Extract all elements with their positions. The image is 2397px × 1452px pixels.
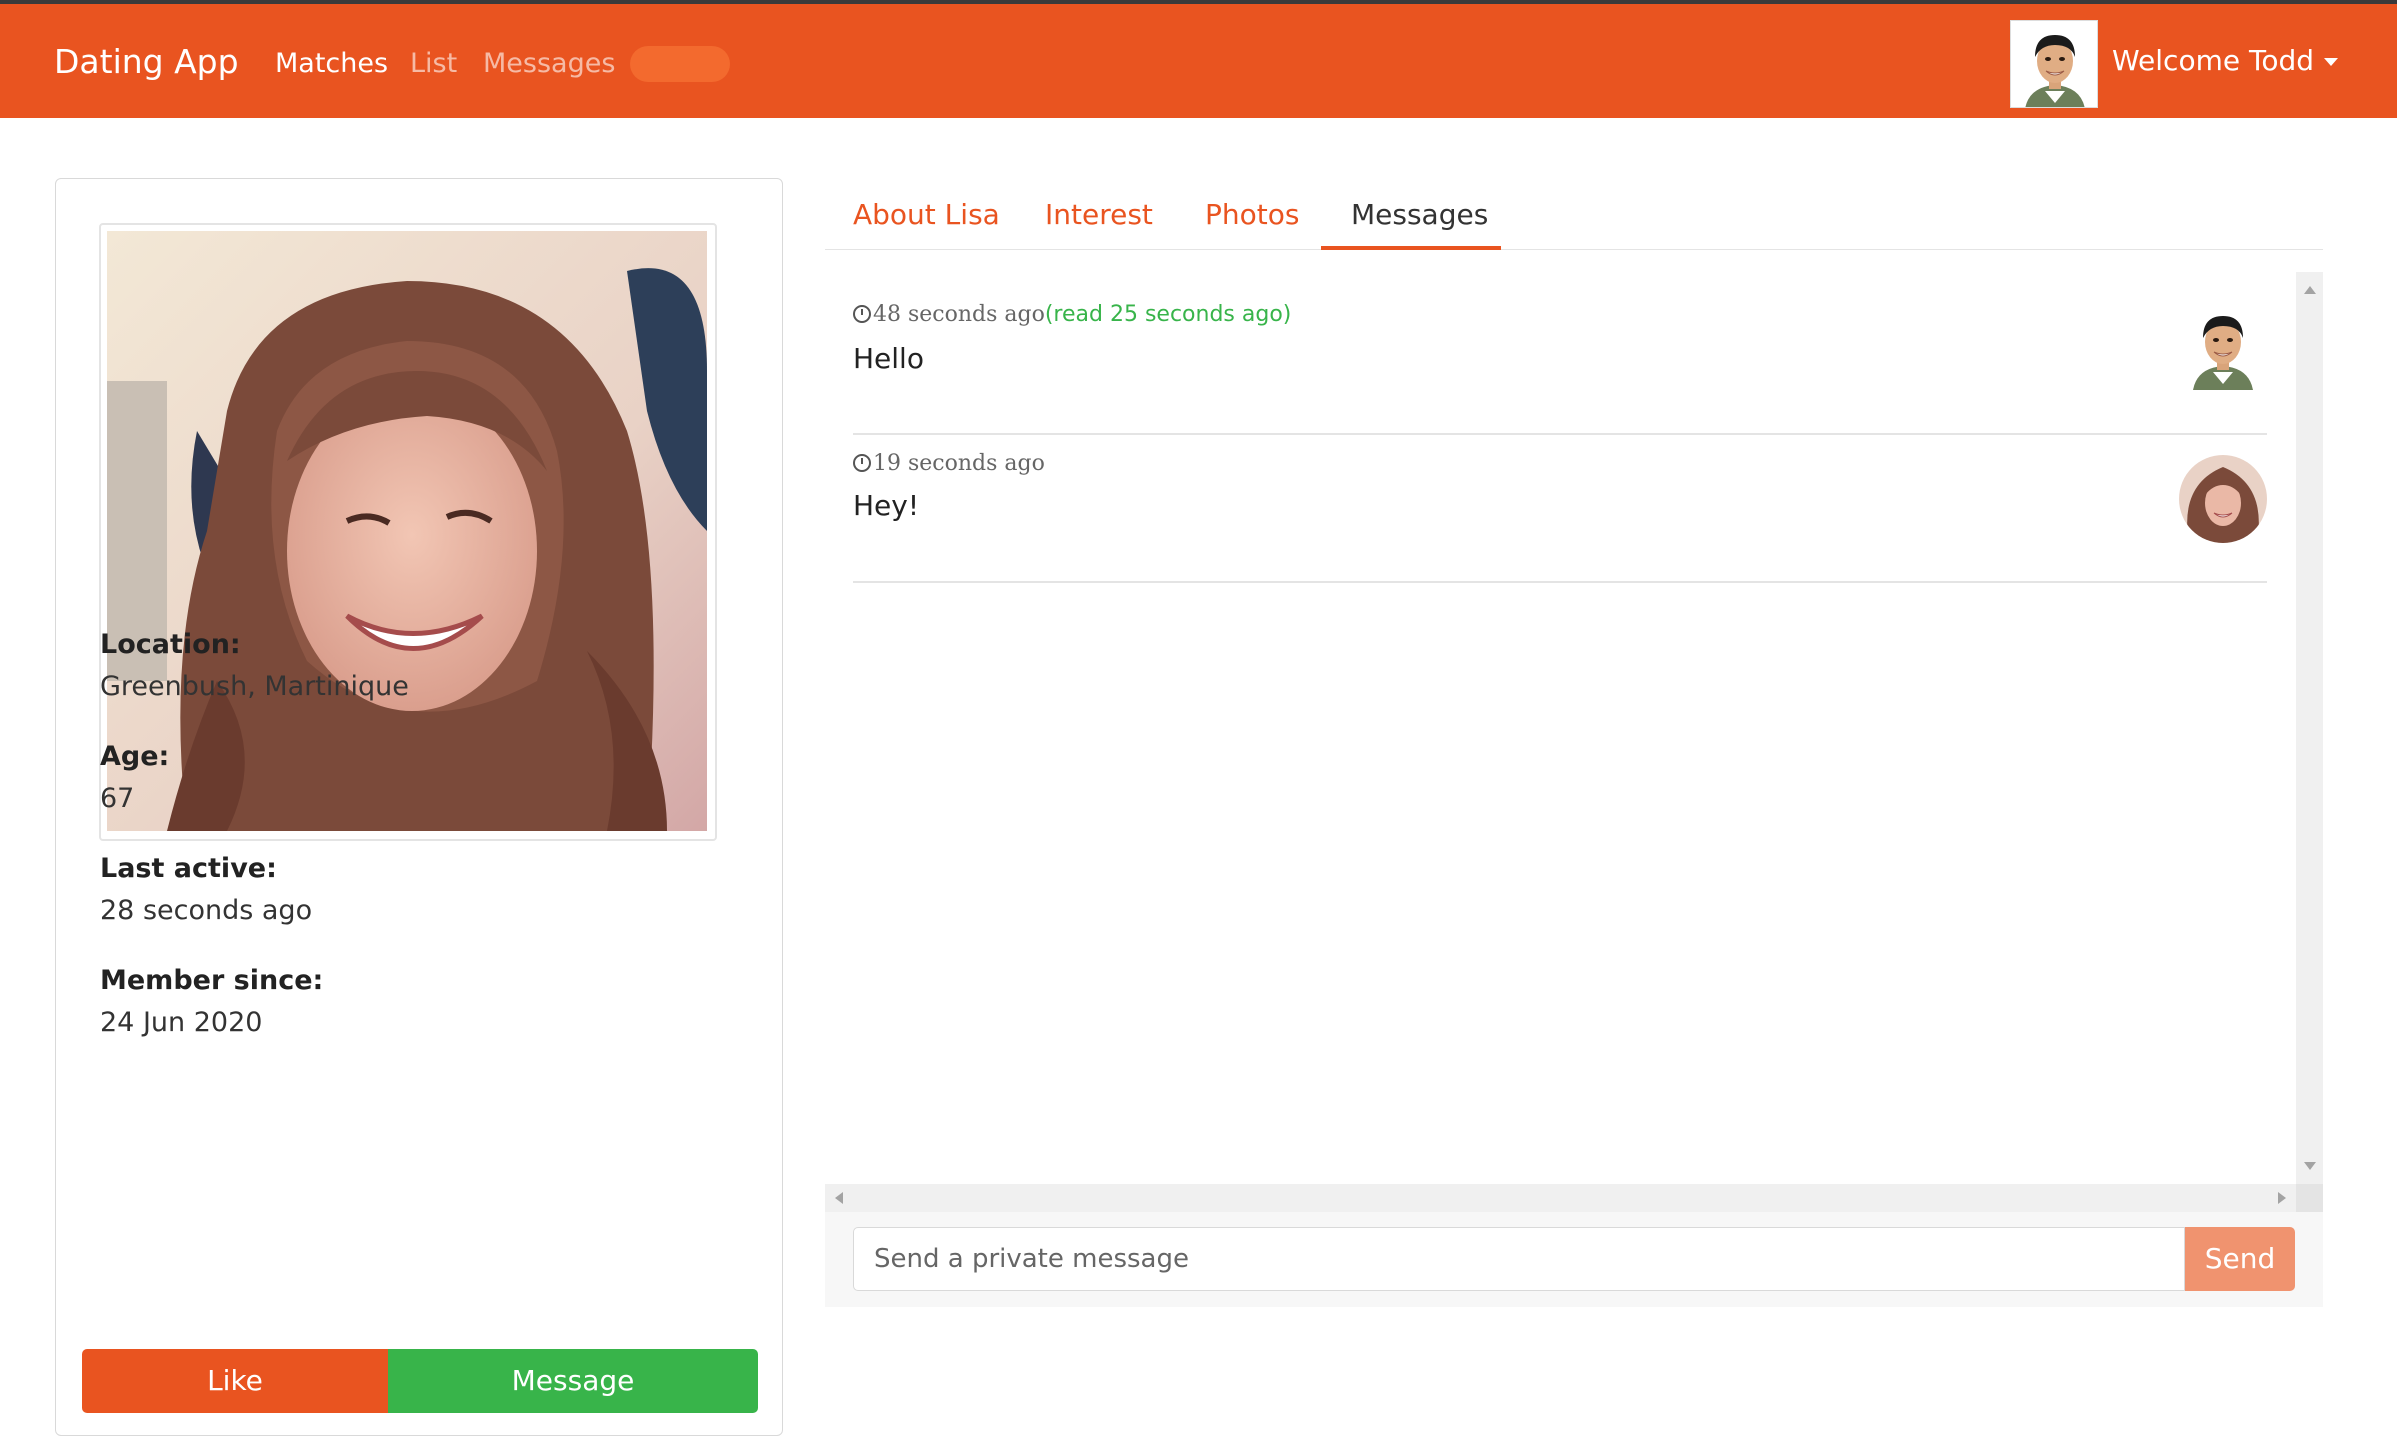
navbar: Dating App Matches List Messages Welcome… [0, 0, 2397, 118]
member-since-value: 24 Jun 2020 [100, 1007, 263, 1038]
welcome-dropdown[interactable]: Welcome Todd [2112, 44, 2339, 77]
nav-messages[interactable]: Messages [483, 48, 615, 79]
caret-down-icon [2324, 58, 2339, 66]
messages-panel: 48 seconds ago(read 25 seconds ago) Hell… [825, 272, 2323, 1307]
scroll-left-arrow-icon[interactable] [835, 1192, 843, 1204]
scroll-down-arrow-icon[interactable] [2304, 1162, 2316, 1170]
redacted-nav-item [630, 46, 730, 82]
active-tab-indicator [1321, 246, 1501, 250]
brand-link[interactable]: Dating App [54, 42, 239, 81]
tab-messages[interactable]: Messages [1351, 198, 1488, 231]
age-value: 67 [100, 783, 135, 814]
message-composer: Send [853, 1227, 2295, 1291]
scroll-up-arrow-icon[interactable] [2304, 286, 2316, 294]
horizontal-scrollbar[interactable] [825, 1184, 2296, 1212]
send-button[interactable]: Send [2185, 1227, 2295, 1291]
message-item: 48 seconds ago(read 25 seconds ago) Hell… [853, 302, 2267, 435]
scroll-right-arrow-icon[interactable] [2278, 1192, 2286, 1204]
vertical-scrollbar[interactable] [2296, 272, 2323, 1184]
profile-tabs: About Lisa Interest Photos Messages [825, 178, 2323, 250]
message-read-status: (read 25 seconds ago) [1044, 302, 1292, 327]
clock-icon [853, 305, 871, 323]
welcome-label: Welcome Todd [2112, 44, 2315, 77]
message-meta: 19 seconds ago [853, 451, 1045, 476]
location-label: Location: [100, 629, 241, 660]
message-item: 19 seconds ago Hey! [853, 435, 2267, 583]
profile-photo [99, 223, 717, 841]
tab-interest[interactable]: Interest [1045, 198, 1153, 231]
nav-matches[interactable]: Matches [275, 48, 388, 79]
like-button[interactable]: Like [82, 1349, 388, 1413]
location-value: Greenbush, Martinique [100, 671, 409, 702]
profile-card: Location: Greenbush, Martinique Age: 67 … [55, 178, 783, 1436]
message-text: Hello [853, 342, 924, 375]
nav-list[interactable]: List [410, 48, 457, 79]
message-input[interactable] [853, 1227, 2185, 1291]
sender-avatar [2179, 302, 2267, 390]
scrollbar-corner [2296, 1184, 2323, 1212]
last-active-label: Last active: [100, 853, 277, 884]
age-label: Age: [100, 741, 170, 772]
clock-icon [853, 454, 871, 472]
tab-about[interactable]: About Lisa [853, 198, 1000, 231]
message-button[interactable]: Message [388, 1349, 758, 1413]
sender-avatar [2179, 455, 2267, 543]
message-text: Hey! [853, 489, 920, 522]
message-time: 48 seconds ago [873, 302, 1045, 327]
tab-photos[interactable]: Photos [1205, 198, 1299, 231]
member-since-label: Member since: [100, 965, 324, 996]
message-meta: 48 seconds ago(read 25 seconds ago) [853, 302, 1291, 327]
user-avatar[interactable] [2010, 20, 2098, 108]
message-thread[interactable]: 48 seconds ago(read 25 seconds ago) Hell… [825, 272, 2296, 1184]
last-active-value: 28 seconds ago [100, 895, 313, 926]
profile-photo-image [107, 231, 707, 831]
message-time: 19 seconds ago [873, 451, 1045, 476]
